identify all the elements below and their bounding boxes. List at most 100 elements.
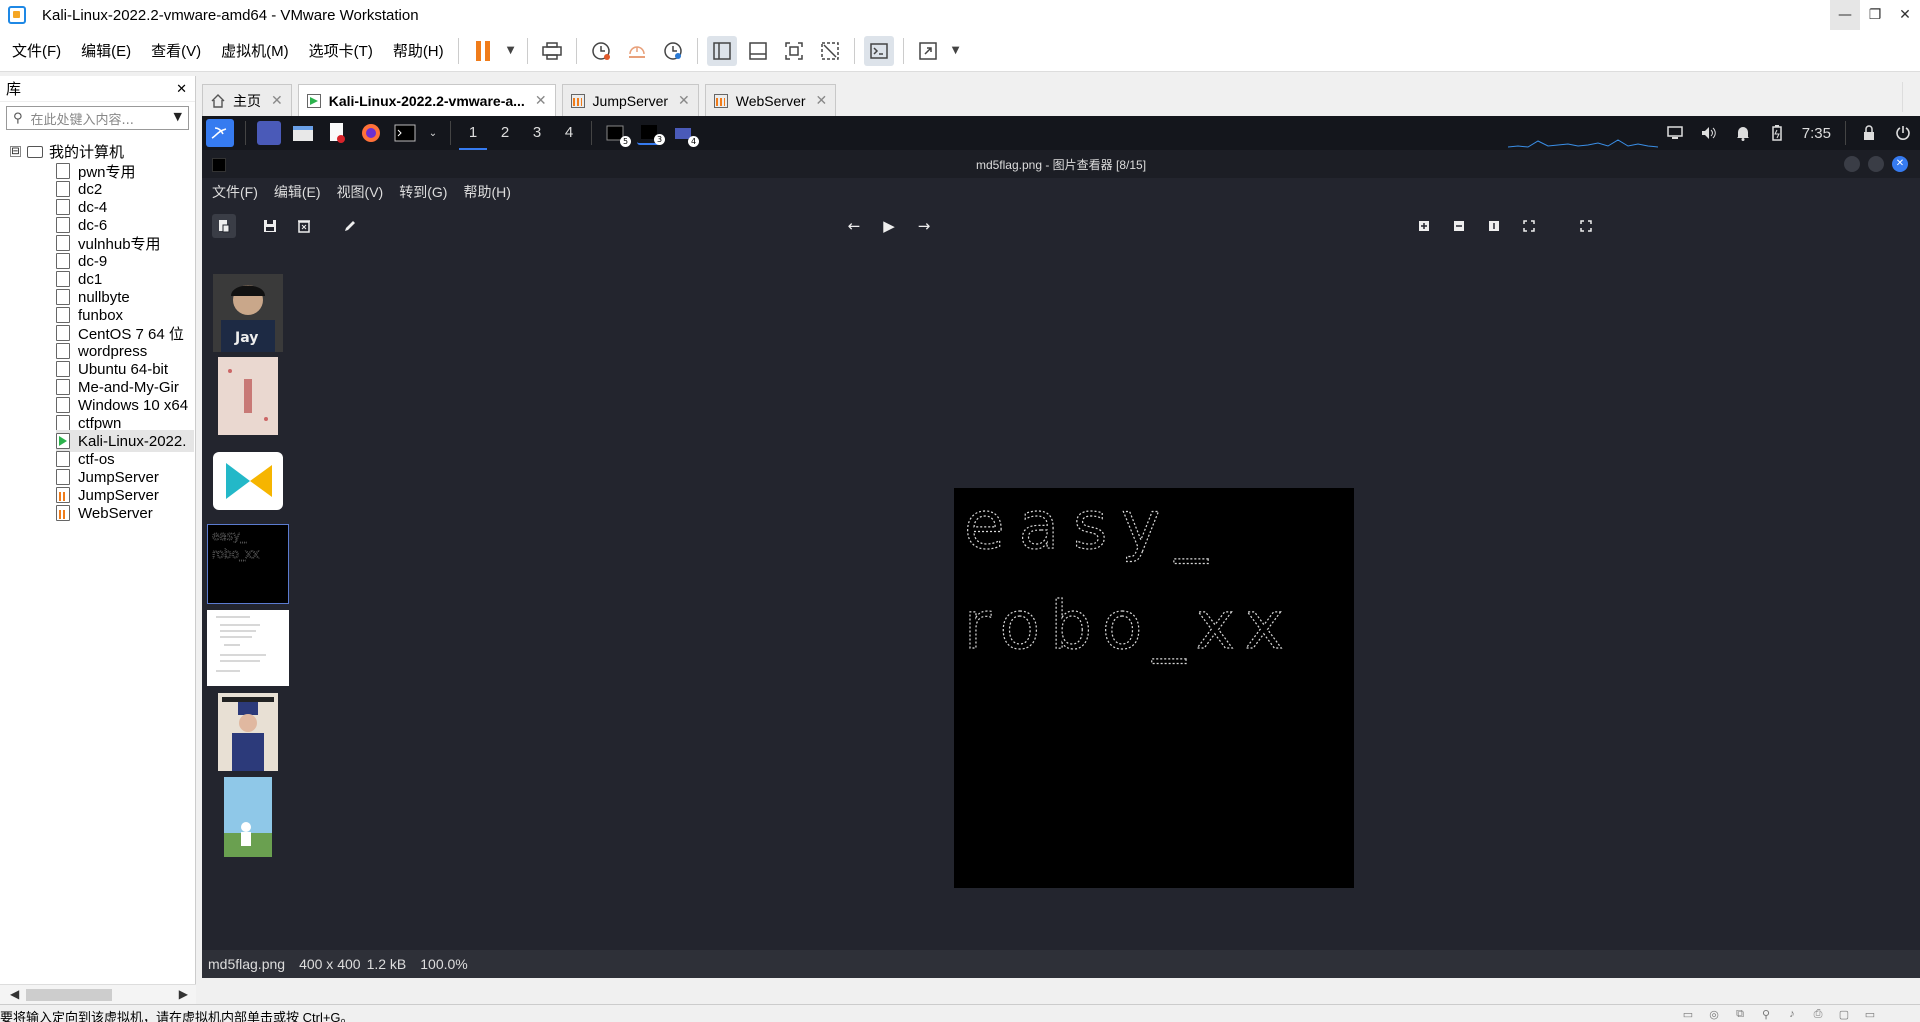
- workspace-4[interactable]: 4: [555, 116, 583, 150]
- menu-help[interactable]: 帮助(H): [385, 40, 452, 61]
- tab-kali-linux[interactable]: Kali-Linux-2022.2-vmware-a... ✕: [297, 84, 556, 116]
- kali-menu-icon[interactable]: [206, 119, 234, 147]
- edit-pencil-icon[interactable]: [338, 214, 362, 238]
- library-search-input[interactable]: ⚲ 在此处键入内容... ▼: [6, 106, 189, 130]
- tab-jumpserver[interactable]: JumpServer ✕: [561, 84, 699, 116]
- close-button[interactable]: ✕: [1892, 156, 1908, 172]
- delete-icon[interactable]: [292, 214, 316, 238]
- send-ctrl-alt-del-icon[interactable]: [537, 36, 567, 66]
- minimize-button[interactable]: —: [1830, 0, 1860, 30]
- status-dimensions: 400 x 400: [299, 956, 361, 972]
- close-library-icon[interactable]: ✕: [176, 81, 187, 97]
- sound-card-icon[interactable]: ♪: [1782, 1008, 1802, 1022]
- zoom-100-icon[interactable]: [1482, 214, 1506, 238]
- network-adapter-icon[interactable]: ⧉: [1730, 1008, 1750, 1022]
- message-icon[interactable]: ▭: [1860, 1008, 1880, 1022]
- volume-icon[interactable]: [1698, 122, 1720, 144]
- menu-tabs[interactable]: 选项卡(T): [301, 40, 381, 61]
- close-tab-icon[interactable]: ✕: [816, 92, 828, 109]
- hard-disk-icon[interactable]: ▭: [1678, 1008, 1698, 1022]
- thumbnail-play-store[interactable]: [207, 444, 289, 518]
- show-library-icon[interactable]: [706, 35, 737, 66]
- viewer-menu-view[interactable]: 视图(V): [337, 182, 384, 202]
- thumbnail-anime[interactable]: [207, 776, 289, 858]
- close-tab-icon[interactable]: ✕: [535, 92, 547, 109]
- chevron-down-icon[interactable]: ▼: [174, 110, 182, 123]
- printer-icon[interactable]: ⎙: [1808, 1008, 1828, 1022]
- collapse-icon[interactable]: ⊟: [10, 146, 21, 157]
- taskbar-terminal-icon[interactable]: 5: [603, 121, 631, 147]
- power-icon[interactable]: [1892, 122, 1914, 144]
- viewer-menu-edit[interactable]: 编辑(E): [274, 182, 321, 202]
- vm-display[interactable]: ⌄ 1 2 3 4 5 3 4 7:35 md5flag.png - 图片查看器…: [202, 116, 1920, 978]
- zoom-out-icon[interactable]: [1447, 214, 1471, 238]
- menu-edit[interactable]: 编辑(E): [73, 40, 139, 61]
- stretch-view-icon[interactable]: [913, 36, 943, 66]
- thumbnail-document[interactable]: [207, 610, 289, 686]
- cd-rom-icon[interactable]: ◎: [1704, 1008, 1724, 1022]
- scroll-right-icon[interactable]: ▶: [179, 987, 188, 1001]
- display-icon[interactable]: ▢: [1834, 1008, 1854, 1022]
- taskbar-viewer-icon[interactable]: 3: [637, 121, 665, 145]
- thumbnail-calligraphy[interactable]: [207, 356, 289, 436]
- vmware-statusbar: 要将输入定向到该虚拟机，请在虚拟机内部单击或按 Ctrl+G。 ▭ ◎ ⧉ ⚲ …: [0, 1004, 1920, 1022]
- workspace-3[interactable]: 3: [523, 116, 551, 150]
- chevron-down-icon[interactable]: ▼: [949, 36, 963, 66]
- chevron-down-icon[interactable]: ⌄: [427, 121, 439, 145]
- firefox-icon[interactable]: [359, 121, 383, 145]
- file-manager-icon[interactable]: [291, 121, 315, 145]
- menu-vm[interactable]: 虚拟机(M): [213, 40, 297, 61]
- battery-icon[interactable]: [1766, 122, 1788, 144]
- viewer-menu-help[interactable]: 帮助(H): [463, 182, 510, 202]
- chevron-down-icon[interactable]: ▼: [504, 36, 518, 66]
- scrollbar-thumb[interactable]: [26, 989, 112, 1001]
- snapshot-manager-icon[interactable]: [658, 36, 688, 66]
- pause-icon[interactable]: [468, 36, 498, 66]
- menu-file[interactable]: 文件(F): [4, 40, 69, 61]
- zoom-fit-icon[interactable]: [1517, 214, 1541, 238]
- workspace-1[interactable]: 1: [459, 116, 487, 150]
- panel-clock[interactable]: 7:35: [1802, 125, 1831, 142]
- usb-icon[interactable]: ⚲: [1756, 1008, 1776, 1022]
- terminal-icon[interactable]: [393, 121, 417, 145]
- taskbar-files-icon[interactable]: 4: [671, 121, 699, 147]
- menu-view[interactable]: 查看(V): [143, 40, 209, 61]
- previous-arrow-icon[interactable]: ←: [842, 214, 866, 238]
- tree-root-my-computer[interactable]: ⊟ 我的计算机: [10, 141, 124, 162]
- fullscreen-icon[interactable]: [779, 36, 809, 66]
- thumbnail-jay[interactable]: Jay: [207, 274, 289, 352]
- next-arrow-icon[interactable]: →: [912, 214, 936, 238]
- lock-icon[interactable]: [1858, 122, 1880, 144]
- thumbnail-uncle-sam[interactable]: [207, 692, 289, 772]
- viewer-menu-file[interactable]: 文件(F): [212, 182, 258, 202]
- desktop-icon[interactable]: [257, 121, 281, 145]
- text-editor-icon[interactable]: [325, 121, 349, 145]
- thumbnail-bar-icon[interactable]: [743, 36, 773, 66]
- library-horizontal-scrollbar[interactable]: ◀ ▶: [0, 984, 196, 1004]
- save-icon[interactable]: [258, 214, 282, 238]
- unity-mode-icon[interactable]: [815, 36, 845, 66]
- workspace-2[interactable]: 2: [491, 116, 519, 150]
- zoom-in-icon[interactable]: [1412, 214, 1436, 238]
- snapshot-icon[interactable]: [586, 36, 616, 66]
- open-file-icon[interactable]: [212, 214, 236, 238]
- thumbnail-md5flag[interactable]: easy_ robo_xx: [207, 524, 289, 604]
- close-tab-icon[interactable]: ✕: [271, 92, 283, 109]
- close-button[interactable]: ✕: [1890, 0, 1920, 30]
- fullscreen-icon[interactable]: [1574, 214, 1598, 238]
- vm-tree-item[interactable]: WebServer: [56, 502, 194, 524]
- console-view-icon[interactable]: [863, 35, 894, 66]
- tab-home[interactable]: 主页 ✕: [202, 84, 292, 116]
- main-image-md5flag: easy_ robo_xx: [954, 486, 1354, 888]
- tab-webserver[interactable]: WebServer ✕: [704, 84, 837, 116]
- restore-button[interactable]: ❐: [1860, 0, 1890, 30]
- display-icon[interactable]: [1664, 122, 1686, 144]
- revert-snapshot-icon[interactable]: [622, 36, 652, 66]
- notification-bell-icon[interactable]: [1732, 122, 1754, 144]
- close-tab-icon[interactable]: ✕: [678, 92, 690, 109]
- minimize-button[interactable]: [1844, 156, 1860, 172]
- viewer-menu-go[interactable]: 转到(G): [399, 182, 447, 202]
- play-slideshow-icon[interactable]: ▶: [877, 214, 901, 238]
- maximize-button[interactable]: [1868, 156, 1884, 172]
- scroll-left-icon[interactable]: ◀: [10, 987, 19, 1001]
